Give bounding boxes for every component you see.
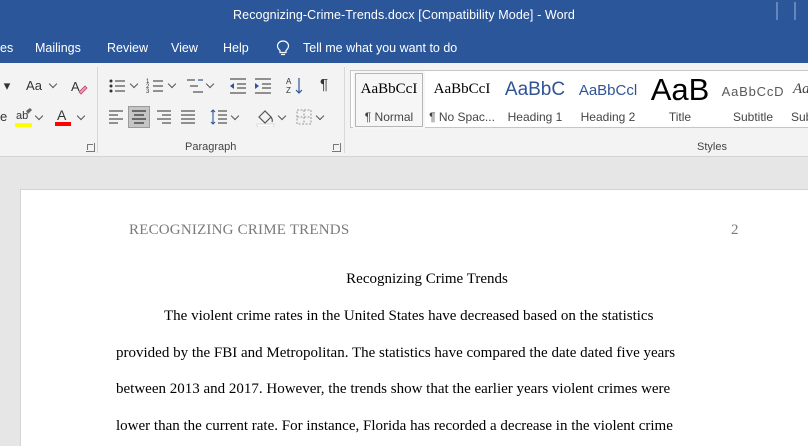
- text-effects-icon[interactable]: e: [0, 107, 12, 127]
- sort-icon[interactable]: A Z: [286, 76, 304, 96]
- numbering-caret-icon[interactable]: [167, 79, 177, 89]
- decrease-indent-icon[interactable]: [229, 77, 247, 95]
- align-right-icon[interactable]: [156, 109, 172, 125]
- style-no-spacing-preview: AaBbCcI: [433, 81, 491, 97]
- svg-text:ab: ab: [16, 110, 28, 122]
- style-title[interactable]: AaB Title: [645, 71, 715, 129]
- align-center-icon: [132, 110, 146, 124]
- shading-icon[interactable]: [256, 107, 276, 127]
- line-spacing-icon[interactable]: [210, 108, 228, 126]
- bullets-icon[interactable]: [108, 77, 126, 95]
- show-formatting-marks-icon[interactable]: ¶: [316, 76, 332, 94]
- justify-icon[interactable]: [180, 109, 196, 125]
- clear-formatting-icon[interactable]: A: [70, 77, 88, 95]
- highlight-icon[interactable]: ab: [14, 107, 34, 129]
- ribbon: ▾ Aa A e ab A 1 2 3 A Z ¶ Paragraph AaBb…: [0, 63, 808, 157]
- svg-text:e: e: [0, 109, 7, 124]
- shading-caret-icon[interactable]: [277, 111, 287, 121]
- document-canvas[interactable]: RECOGNIZING CRIME TRENDS 2 Recognizing C…: [0, 157, 808, 446]
- document-page[interactable]: RECOGNIZING CRIME TRENDS 2 Recognizing C…: [20, 189, 808, 446]
- borders-icon[interactable]: [296, 109, 312, 125]
- style-subtitle[interactable]: AaBbCcD Subtitle: [717, 71, 789, 129]
- multilevel-list-icon[interactable]: [186, 77, 204, 95]
- style-title-preview: AaB: [650, 72, 710, 107]
- running-header: RECOGNIZING CRIME TRENDS: [129, 222, 350, 238]
- body-line: lower than the current rate. For instanc…: [116, 418, 673, 434]
- shrink-font-icon[interactable]: ▾: [0, 77, 14, 95]
- numbering-icon[interactable]: 1 2 3: [146, 77, 164, 95]
- tab-references[interactable]: es: [0, 41, 13, 55]
- highlight-caret-icon[interactable]: [34, 111, 44, 121]
- style-normal-preview: AaBbCcI: [360, 81, 418, 97]
- ribbon-display-options-icon[interactable]: [776, 2, 796, 20]
- svg-text:A: A: [71, 79, 80, 94]
- tab-help[interactable]: Help: [223, 41, 249, 55]
- body-line: between 2013 and 2017. However, the tren…: [116, 381, 671, 397]
- style-heading-1[interactable]: AaBbC Heading 1: [499, 71, 571, 129]
- style-subtle-preview: Aa: [793, 81, 808, 97]
- font-color-caret-icon[interactable]: [76, 111, 86, 121]
- borders-caret-icon[interactable]: [315, 111, 325, 121]
- svg-text:Z: Z: [286, 86, 291, 95]
- body-line: The violent crime rates in the United St…: [164, 308, 654, 324]
- style-heading-1-name: Heading 1: [507, 110, 563, 124]
- body-line: provided by the FBI and Metropolitan. Th…: [116, 345, 676, 361]
- style-subtitle-name: Subtitle: [732, 110, 774, 124]
- change-case-button[interactable]: Aa: [22, 77, 46, 95]
- font-dialog-launcher-icon[interactable]: [86, 143, 95, 152]
- style-heading-1-preview: AaBbC: [504, 79, 566, 100]
- paragraph-dialog-launcher-icon[interactable]: [332, 143, 341, 152]
- group-separator: [344, 67, 345, 153]
- document-title: Recognizing Crime Trends: [346, 271, 508, 287]
- style-title-name: Title: [668, 110, 692, 124]
- style-normal-name: ¶ Normal: [364, 110, 414, 124]
- group-separator: [97, 67, 98, 153]
- page-number: 2: [731, 222, 739, 238]
- style-normal[interactable]: AaBbCcI ¶ Normal: [353, 71, 425, 129]
- align-center-button[interactable]: [128, 106, 150, 128]
- font-color-icon[interactable]: A: [54, 106, 72, 128]
- change-case-label: Aa: [26, 78, 42, 93]
- style-subtle-name: Sub: [791, 110, 808, 124]
- style-no-spacing[interactable]: AaBbCcI ¶ No Spac...: [427, 71, 497, 129]
- window-title: Recognizing-Crime-Trends.docx [Compatibi…: [233, 8, 575, 22]
- style-subtitle-preview: AaBbCcD: [721, 84, 785, 99]
- styles-group-label: Styles: [697, 141, 727, 153]
- style-heading-2-preview: AaBbCcl: [578, 82, 638, 99]
- multilevel-caret-icon[interactable]: [205, 79, 215, 89]
- bullets-caret-icon[interactable]: [129, 79, 139, 89]
- paragraph-group-label: Paragraph: [185, 141, 237, 153]
- title-bar: Recognizing-Crime-Trends.docx [Compatibi…: [0, 0, 808, 33]
- tell-me-search[interactable]: Tell me what you want to do: [303, 41, 457, 55]
- style-subtle-emphasis[interactable]: Aa Sub: [791, 71, 808, 129]
- tab-review[interactable]: Review: [107, 41, 148, 55]
- svg-text:3: 3: [146, 89, 150, 95]
- styles-gallery: AaBbCcI ¶ Normal AaBbCcI ¶ No Spac... Aa…: [350, 70, 808, 129]
- line-spacing-caret-icon[interactable]: [230, 111, 240, 121]
- change-case-caret-icon[interactable]: [48, 79, 58, 89]
- ribbon-tabs: es Mailings Review View Help Tell me wha…: [0, 33, 808, 63]
- style-no-spacing-name: ¶ No Spac...: [429, 110, 495, 124]
- style-heading-2[interactable]: AaBbCcl Heading 2: [573, 71, 643, 129]
- style-heading-2-name: Heading 2: [580, 110, 636, 124]
- tab-mailings[interactable]: Mailings: [35, 41, 81, 55]
- svg-text:A: A: [286, 77, 292, 86]
- align-left-icon[interactable]: [108, 109, 124, 125]
- lightbulb-icon: [276, 40, 290, 56]
- svg-text:A: A: [57, 107, 67, 123]
- increase-indent-icon[interactable]: [254, 77, 272, 95]
- tab-view[interactable]: View: [171, 41, 198, 55]
